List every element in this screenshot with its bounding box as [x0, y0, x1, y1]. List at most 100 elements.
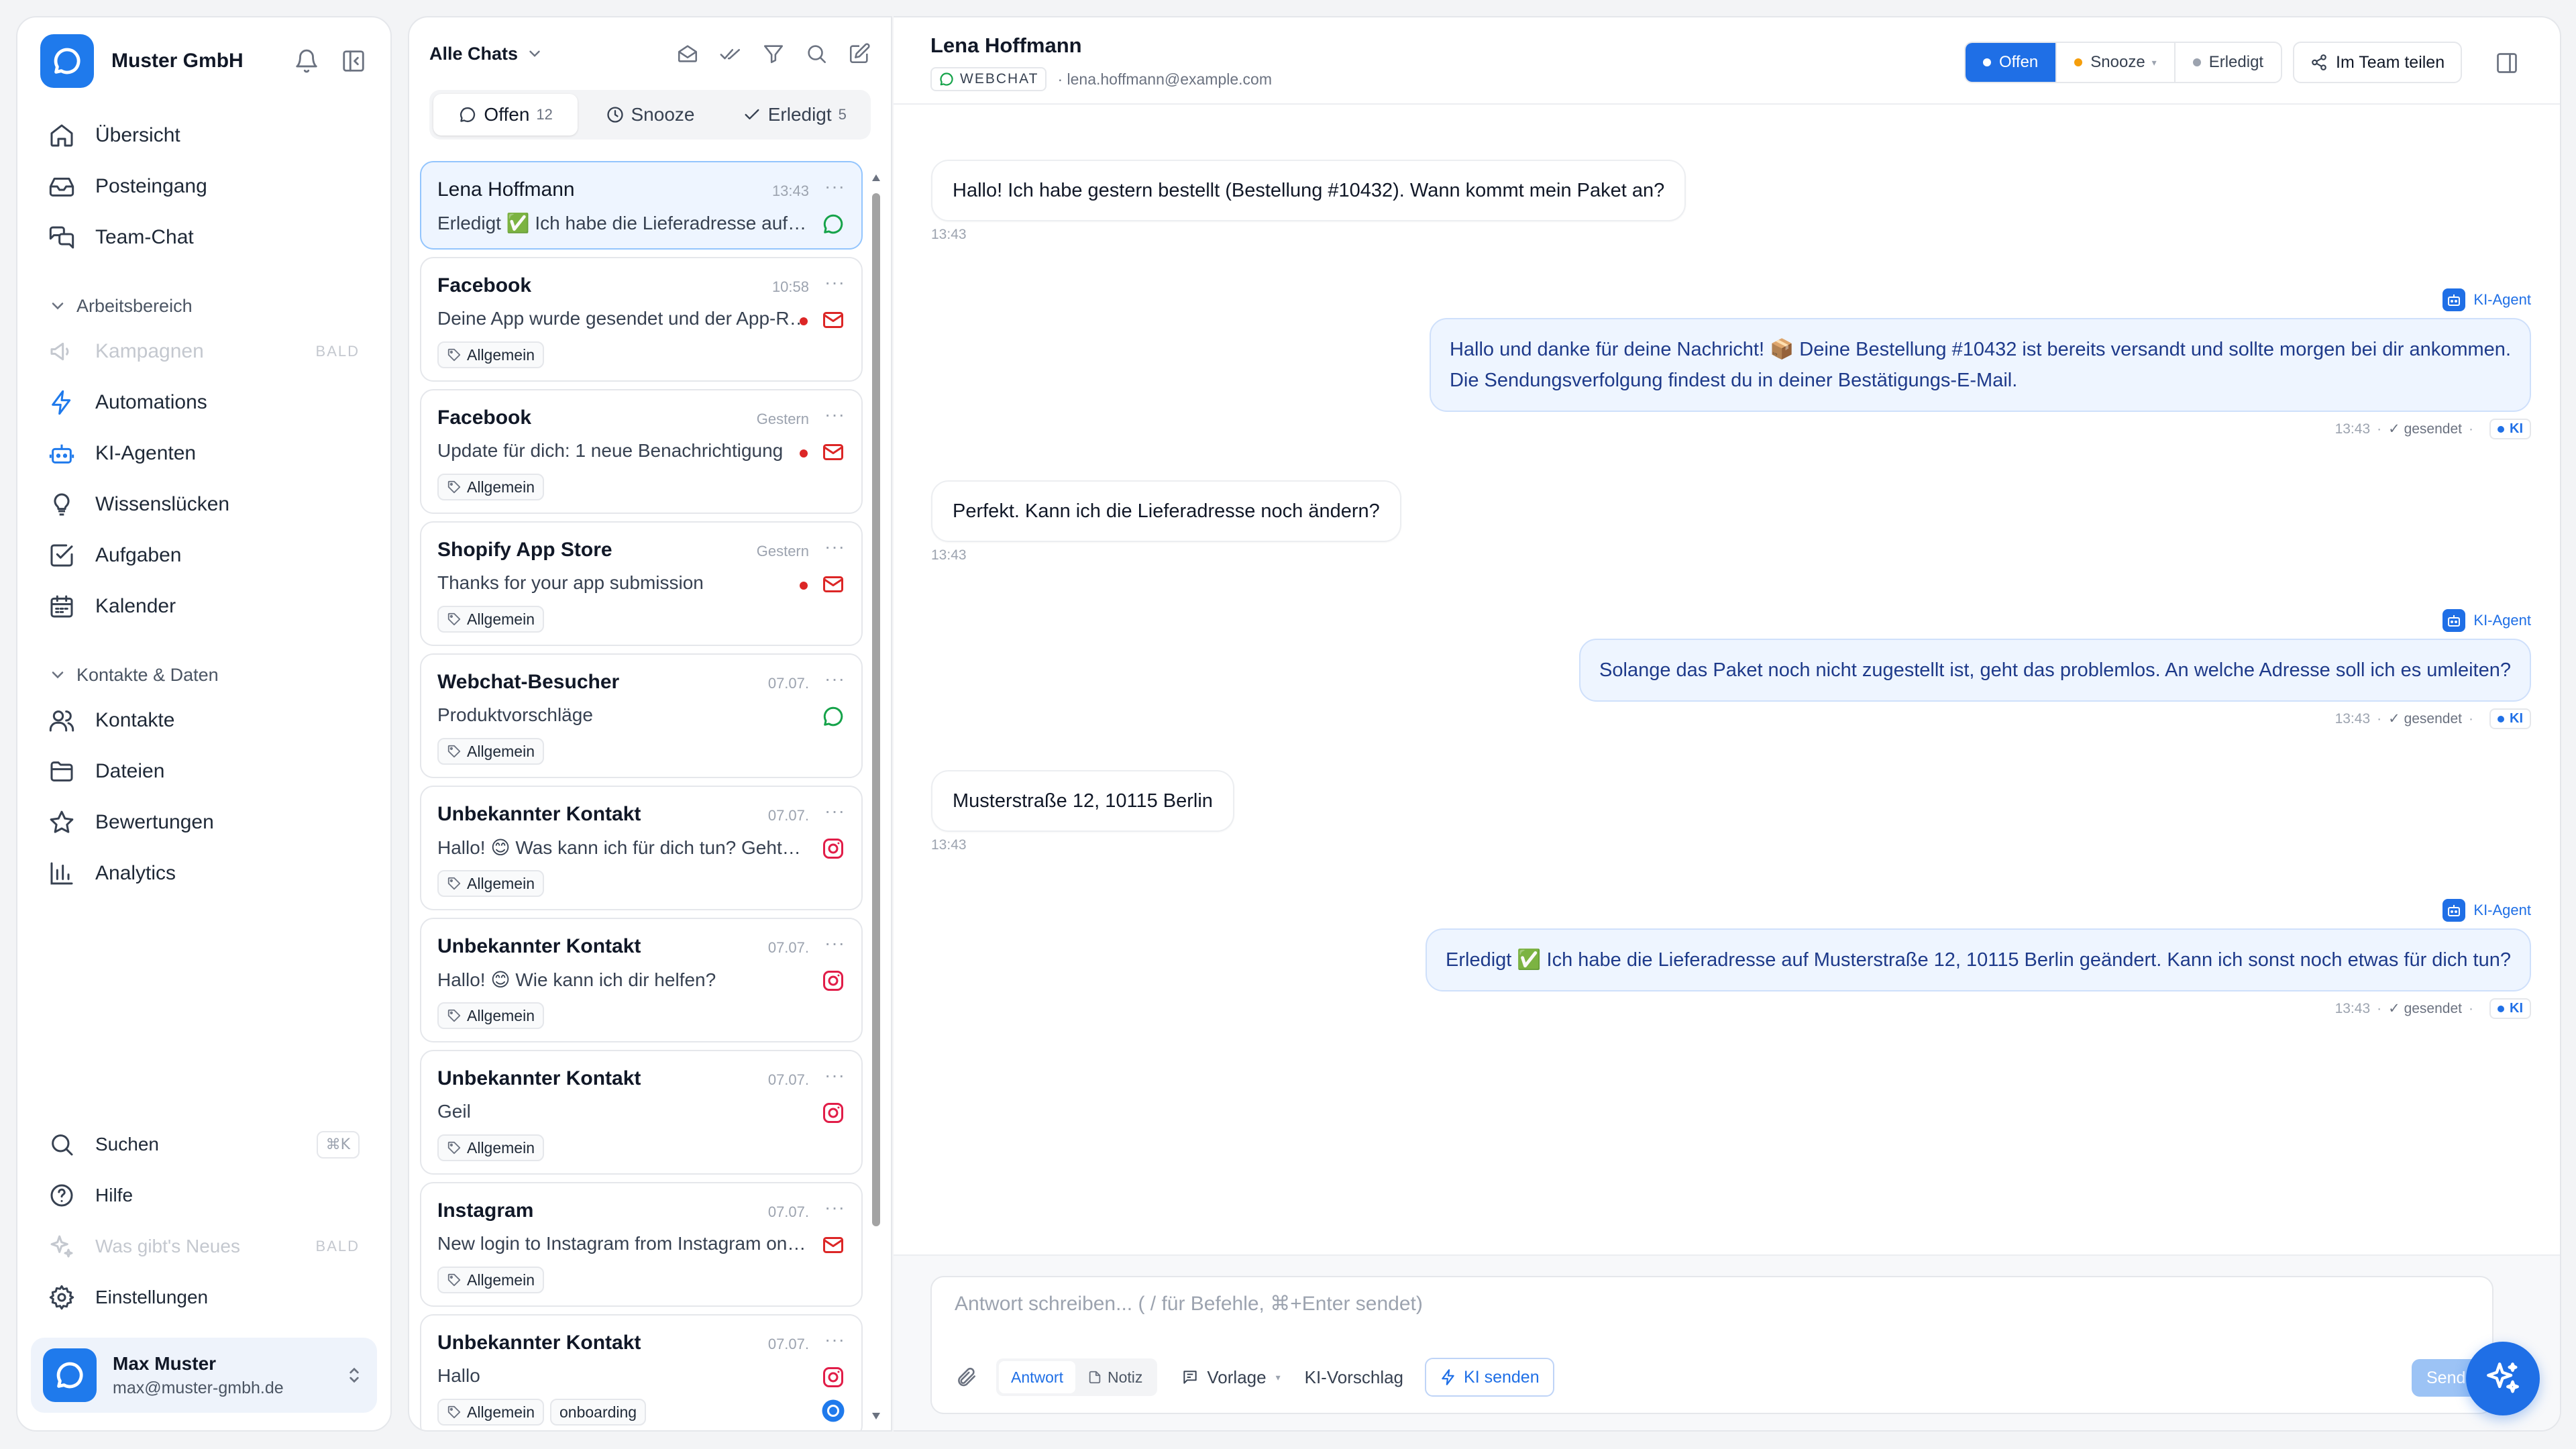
message-outgoing[interactable]: Erledigt ✅ Ich habe die Lieferadresse au…	[1426, 928, 2531, 991]
tag-chip[interactable]: Allgemein	[437, 1134, 544, 1161]
more-options-icon[interactable]: ···	[824, 272, 845, 293]
message-incoming[interactable]: Musterstraße 12, 10115 Berlin	[931, 770, 1234, 832]
conversation-card[interactable]: Instagram 07.07. ··· New login to Instagram…	[420, 1182, 863, 1307]
conversation-card[interactable]: Webchat-Besucher 07.07. ··· Produktvorschlä…	[420, 653, 863, 778]
status-offen-button[interactable]: Offen	[1966, 43, 2056, 82]
more-options-icon[interactable]: ···	[824, 668, 845, 690]
tab-snooze[interactable]: Snooze	[578, 94, 722, 136]
compose-icon[interactable]	[848, 42, 871, 65]
chat-filter-dropdown[interactable]: Alle Chats	[429, 44, 543, 64]
message-incoming[interactable]: Perfekt. Kann ich die Lieferadresse noch…	[931, 480, 1401, 542]
search-icon[interactable]	[805, 42, 828, 65]
conversation-card[interactable]: Unbekannter Kontakt 07.07. ··· Geil Allgemei…	[420, 1050, 863, 1175]
search-button[interactable]: Suchen ⌘K	[31, 1119, 377, 1170]
assignee-avatar	[821, 1399, 845, 1423]
message-outgoing[interactable]: Hallo und danke für deine Nachricht! 📦 D…	[1429, 318, 2531, 412]
reply-input[interactable]: Antwort schreiben... ( / für Befehle, ⌘+…	[955, 1292, 1423, 1316]
paperclip-icon[interactable]	[955, 1366, 977, 1389]
mode-reply-button[interactable]: Antwort	[999, 1361, 1075, 1393]
tag-chip[interactable]: Allgemein	[437, 1267, 544, 1293]
conversation-time: 07.07.	[767, 939, 809, 956]
conversation-card[interactable]: Shopify App Store Gestern ··· Thanks for yo…	[420, 521, 863, 646]
nav-item-kontakte[interactable]: Kontakte	[31, 695, 377, 746]
nav-item-posteingang[interactable]: Posteingang	[31, 161, 377, 212]
ai-label-text: KI-Agent	[2473, 902, 2531, 918]
conversation-card[interactable]: Unbekannter Kontakt 07.07. ··· Hallo Allgeme…	[420, 1314, 863, 1430]
nav-item-kalender[interactable]: Kalender	[31, 581, 377, 632]
user-menu[interactable]: Max Muster max@muster-gmbh.de	[31, 1338, 377, 1413]
more-options-icon[interactable]: ···	[824, 404, 845, 425]
section-kontakte-daten[interactable]: Kontakte & Daten	[31, 655, 377, 695]
filter-icon[interactable]	[762, 42, 785, 65]
status-snooze-button[interactable]: Snooze ▾	[2055, 43, 2174, 82]
scrollbar-thumb[interactable]	[872, 193, 880, 1226]
more-options-icon[interactable]: ···	[824, 176, 845, 197]
bell-icon[interactable]	[294, 48, 319, 74]
tag-chip[interactable]: Allgemein	[437, 474, 544, 500]
conversation-card[interactable]: Facebook 10:58 ··· Deine App wurde gesendet…	[420, 257, 863, 382]
nav-item-automations[interactable]: Automations	[31, 377, 377, 428]
conversation-card[interactable]: Facebook Gestern ··· Update für dich: 1 neu…	[420, 389, 863, 514]
nav-item-ki-agenten[interactable]: KI-Agenten	[31, 428, 377, 479]
ai-send-button[interactable]: KI senden	[1425, 1358, 1554, 1397]
double-check-icon[interactable]	[719, 42, 742, 65]
message-incoming[interactable]: Hallo! Ich habe gestern bestellt (Bestel…	[931, 160, 1686, 221]
status-switcher: Offen Snooze ▾ Erledigt	[1964, 42, 2283, 83]
nav-item-dateien[interactable]: Dateien	[31, 746, 377, 797]
share-with-team-button[interactable]: Im Team teilen	[2293, 42, 2463, 83]
tag-icon	[447, 744, 462, 759]
brand-logo[interactable]	[40, 34, 94, 88]
template-dropdown[interactable]: Vorlage ▾	[1181, 1367, 1281, 1388]
status-erledigt-button[interactable]: Erledigt	[2174, 43, 2281, 82]
more-options-icon[interactable]: ···	[824, 932, 845, 954]
nav-item-analytics[interactable]: Analytics	[31, 848, 377, 899]
scroll-up-icon	[872, 174, 880, 181]
settings-button[interactable]: Einstellungen	[31, 1272, 377, 1323]
ai-assistant-fab[interactable]	[2466, 1342, 2540, 1415]
contact-name[interactable]: Lena Hoffmann	[930, 34, 1082, 58]
more-options-icon[interactable]: ···	[824, 1065, 845, 1086]
conversation-card[interactable]: Unbekannter Kontakt 07.07. ··· Hallo! 😊 Was…	[420, 786, 863, 910]
more-options-icon[interactable]: ···	[824, 1197, 845, 1218]
message-time: 13:43	[2334, 1000, 2371, 1016]
more-options-icon[interactable]: ···	[824, 800, 845, 822]
tag-chip[interactable]: Allgemein	[437, 870, 544, 897]
mail-open-icon[interactable]	[676, 42, 699, 65]
mode-note-button[interactable]: Notiz	[1075, 1361, 1155, 1393]
tag-chip[interactable]: Allgemein	[437, 738, 544, 765]
message-line: Solange das Paket noch nicht zugestellt …	[1599, 659, 2511, 681]
nav-item-wissensluecken[interactable]: Wissenslücken	[31, 479, 377, 530]
ai-suggestion-button[interactable]: KI-Vorschlag	[1305, 1367, 1403, 1388]
unread-dot	[800, 317, 808, 325]
conversation-card[interactable]: Unbekannter Kontakt 07.07. ··· Hallo! 😊 Wie…	[420, 918, 863, 1042]
help-button[interactable]: Hilfe	[31, 1170, 377, 1221]
nav-item-uebersicht[interactable]: Übersicht	[31, 110, 377, 161]
conversation-time: 07.07.	[767, 1203, 809, 1220]
more-options-icon[interactable]: ···	[824, 1329, 845, 1350]
reply-composer: Antwort schreiben... ( / für Befehle, ⌘+…	[930, 1276, 2493, 1414]
chevron-updown-icon	[343, 1364, 365, 1386]
tab-erledigt[interactable]: Erledigt 5	[722, 94, 867, 136]
tag-chip[interactable]: onboarding	[550, 1399, 647, 1426]
message-outgoing[interactable]: Solange das Paket noch nicht zugestellt …	[1579, 639, 2531, 702]
tab-offen[interactable]: Offen 12	[433, 94, 578, 136]
tag-chip[interactable]: Allgemein	[437, 1002, 544, 1029]
conversation-name: Facebook	[437, 274, 532, 297]
tag-chip[interactable]: Allgemein	[437, 341, 544, 368]
sidebar-collapse-icon[interactable]	[341, 48, 366, 74]
tag-chip[interactable]: Allgemein	[437, 606, 544, 633]
checkbox-icon	[48, 542, 75, 569]
nav-item-aufgaben[interactable]: Aufgaben	[31, 530, 377, 581]
conversation-card[interactable]: Lena Hoffmann 13:43 ··· Erledigt ✅ Ich habe…	[420, 161, 863, 250]
unread-dot	[800, 582, 808, 590]
nav-item-bewertungen[interactable]: Bewertungen	[31, 797, 377, 848]
tag-chip[interactable]: Allgemein	[437, 1399, 544, 1426]
side-panel-toggle-icon[interactable]	[2495, 51, 2519, 75]
section-arbeitsbereich[interactable]: Arbeitsbereich	[31, 286, 377, 326]
more-options-icon[interactable]: ···	[824, 536, 845, 557]
tag-icon	[447, 1273, 462, 1287]
chevron-down-icon	[526, 45, 543, 62]
scrollbar[interactable]	[869, 173, 883, 1421]
nav-item-team-chat[interactable]: Team-Chat	[31, 212, 377, 263]
reply-mode-toggle: Antwort Notiz	[996, 1358, 1158, 1396]
